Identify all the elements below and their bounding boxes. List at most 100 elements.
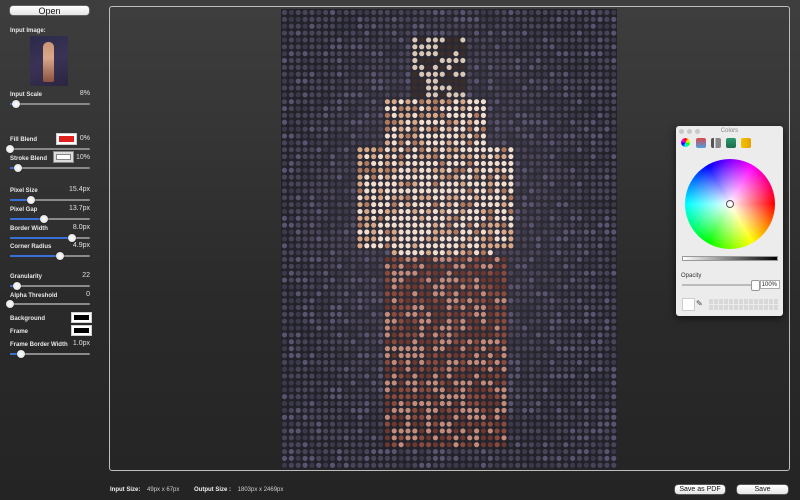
mosaic-dot [501, 448, 507, 455]
mosaic-dot [309, 366, 315, 372]
mosaic-dot [480, 462, 487, 468]
mosaic-dot [309, 16, 315, 22]
mosaic-dot [398, 394, 404, 400]
mosaic-dot [487, 243, 493, 249]
stroke-color-swatch[interactable] [53, 151, 74, 163]
background-color-swatch[interactable] [71, 312, 92, 323]
mosaic-dot [405, 400, 411, 407]
mosaic-dot [494, 318, 500, 324]
mosaic-dot [453, 421, 459, 427]
mosaic-dot [570, 9, 576, 16]
brightness-slider[interactable] [682, 256, 778, 261]
pixel-gap-slider[interactable] [10, 215, 90, 223]
mosaic-dot [323, 366, 329, 372]
color-wheel-crosshair-icon[interactable] [726, 200, 734, 208]
mosaic-dot [377, 332, 384, 338]
opacity-slider-track[interactable] [682, 284, 756, 286]
mosaic-dot [377, 325, 384, 331]
mosaic-dot [405, 394, 411, 400]
frame-color-swatch[interactable] [71, 325, 92, 336]
mosaic-dot [323, 51, 329, 57]
mosaic-dot [535, 30, 541, 36]
alpha-threshold-slider[interactable] [6, 300, 90, 308]
frame-border-width-slider[interactable] [10, 350, 90, 358]
mosaic-dot [377, 256, 384, 263]
fill-blend-slider[interactable] [6, 145, 90, 153]
mosaic-dot [494, 359, 500, 365]
mosaic-dot [508, 78, 514, 84]
current-color-swatch[interactable] [682, 298, 695, 311]
mosaic-dot [309, 99, 315, 105]
mosaic-dot [391, 71, 397, 77]
color-sliders-tab-icon[interactable] [696, 138, 706, 148]
mosaic-dot [556, 346, 562, 352]
input-scale-slider[interactable] [10, 100, 90, 108]
mosaic-dot [549, 126, 555, 132]
mosaic-dot [302, 9, 308, 16]
mosaic-dot [583, 366, 589, 372]
mosaic-dot [528, 304, 535, 311]
mosaic-dot [295, 92, 301, 98]
mosaic-dot [343, 332, 349, 338]
save-button[interactable]: Save [737, 485, 788, 494]
mosaic-dot [432, 311, 439, 317]
mosaic-dot [295, 78, 301, 84]
mosaic-dot [323, 448, 329, 455]
crayons-tab-icon[interactable] [741, 138, 751, 148]
opacity-slider-knob[interactable] [751, 280, 760, 291]
mosaic-dot [542, 30, 548, 36]
stroke-blend-slider[interactable] [10, 164, 90, 172]
mosaic-dot [556, 92, 562, 98]
mosaic-dot [309, 455, 315, 461]
color-wheel-tab-icon[interactable] [681, 138, 690, 147]
mosaic-dot [309, 71, 315, 77]
mosaic-dot [611, 174, 617, 180]
mosaic-dot [576, 208, 583, 215]
mosaic-dot [350, 85, 356, 91]
mosaic-dot [316, 30, 322, 36]
color-palettes-tab-icon[interactable] [711, 138, 721, 148]
mosaic-dot [364, 352, 370, 359]
mosaic-dot [487, 229, 493, 235]
mosaic-dot [522, 462, 528, 468]
mosaic-dot [590, 263, 596, 269]
mosaic-dot [494, 311, 500, 317]
alpha-threshold-value: 0 [86, 291, 90, 298]
image-palettes-tab-icon[interactable] [726, 138, 736, 148]
pixel-size-slider[interactable] [10, 196, 90, 204]
mosaic-dot [576, 222, 583, 228]
stroke-blend-label: Stroke Blend [10, 156, 48, 162]
saved-colors-grid[interactable] [708, 298, 778, 310]
mosaic-dot [412, 311, 418, 317]
mosaic-dot [570, 112, 576, 118]
mosaic-dot [467, 201, 473, 208]
granularity-slider[interactable] [10, 282, 90, 290]
pixel-size-value: 15.4px [68, 186, 90, 193]
corner-radius-slider[interactable] [10, 252, 90, 260]
mosaic-dot [323, 85, 329, 91]
mosaic-dot [522, 71, 528, 77]
mosaic-dot [515, 236, 521, 242]
open-button[interactable]: Open [10, 6, 89, 16]
fill-color-swatch[interactable] [56, 133, 77, 145]
mosaic-dot [528, 250, 535, 256]
eyedropper-icon[interactable]: ✎ [696, 299, 703, 308]
mosaic-dot [570, 359, 576, 365]
border-width-slider[interactable] [10, 234, 90, 242]
mosaic-dot [590, 126, 596, 132]
mosaic-dot [377, 414, 384, 420]
mosaic-dot [350, 332, 356, 338]
mosaic-dot [480, 435, 487, 441]
mosaic-dot [597, 435, 603, 441]
input-image-thumbnail[interactable] [30, 36, 68, 86]
mosaic-dot [309, 387, 315, 393]
mosaic-dot [460, 126, 466, 132]
mosaic-dot [432, 298, 439, 304]
opacity-field[interactable]: 100% [760, 280, 780, 289]
mosaic-dot [364, 23, 370, 29]
mosaic-dot [419, 428, 425, 434]
save-as-pdf-button[interactable]: Save as PDF [675, 485, 725, 494]
mosaic-dot [453, 243, 459, 249]
mosaic-dot [371, 256, 377, 263]
mosaic-dot [405, 359, 411, 365]
